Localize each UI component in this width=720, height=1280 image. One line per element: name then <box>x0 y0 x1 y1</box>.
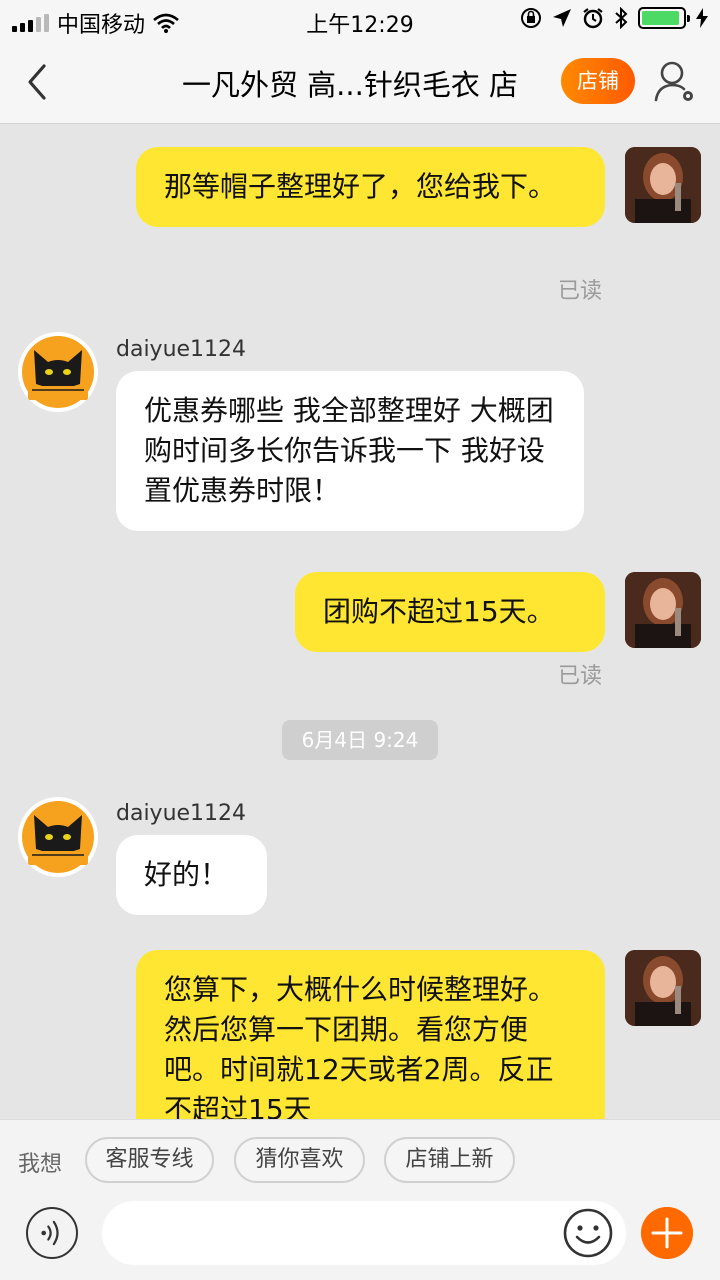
shop-button[interactable]: 店铺 <box>561 58 635 104</box>
chat-title: 一凡外贸 高...针织毛衣 店 <box>181 68 519 102</box>
message-bubble-outgoing[interactable]: 那等帽子整理好了，您给我下。 <box>136 147 605 227</box>
my-avatar[interactable] <box>625 950 701 1026</box>
message-bubble-outgoing[interactable]: 团购不超过15天。 <box>295 572 605 652</box>
plus-icon[interactable] <box>641 1207 693 1259</box>
read-status: 已读 <box>558 664 603 689</box>
location-icon <box>553 9 571 27</box>
message-text: 优惠券哪些 我全部整理好 大概团购时间多长你告诉我一下 我好设置优惠券时限！ <box>144 394 554 507</box>
quick-reply-recommendations[interactable]: 猜你喜欢 <box>234 1137 365 1183</box>
sender-name: daiyue1124 <box>116 337 247 362</box>
chat-area[interactable]: 那等帽子整理好了，您给我下。 已读 daiyue1124 优惠券哪些 我全部整理… <box>0 125 720 1119</box>
message-bubble-incoming[interactable]: 优惠券哪些 我全部整理好 大概团购时间多长你告诉我一下 我好设置优惠券时限！ <box>116 371 584 531</box>
quick-reply-bar: 我想 客服专线 猜你喜欢 店铺上新 <box>0 1119 720 1201</box>
read-status: 已读 <box>558 279 603 304</box>
bluetooth-icon <box>615 7 628 29</box>
my-avatar-image <box>625 572 701 648</box>
seller-avatar[interactable] <box>18 332 98 412</box>
message-text: 团购不超过15天。 <box>323 595 555 628</box>
status-right <box>520 7 708 29</box>
message-text: 您算下，大概什么时候整理好。然后您算一下团期。看您方便吧。时间就12天或者2周。… <box>164 973 557 1119</box>
emoji-icon[interactable] <box>562 1207 614 1259</box>
alarm-icon <box>583 8 603 29</box>
quick-reply-customer-service[interactable]: 客服专线 <box>85 1137 214 1183</box>
sender-name: daiyue1124 <box>116 801 247 826</box>
message-text: 那等帽子整理好了，您给我下。 <box>164 170 557 203</box>
my-avatar[interactable] <box>625 572 701 648</box>
charging-icon <box>696 8 708 28</box>
timestamp-divider: 6月4日 9:24 <box>282 720 438 760</box>
my-avatar-image <box>625 147 701 223</box>
my-avatar[interactable] <box>625 147 701 223</box>
back-arrow-icon[interactable] <box>18 62 58 102</box>
nav-bar: 一凡外贸 高...针织毛衣 店 店铺 <box>0 40 720 124</box>
rotation-lock-icon <box>521 8 541 28</box>
voice-icon[interactable] <box>26 1207 78 1259</box>
quick-reply-label: 我想 <box>18 1152 63 1177</box>
message-input[interactable] <box>102 1201 626 1265</box>
input-bar <box>0 1201 720 1280</box>
message-text: 好的！ <box>144 858 229 891</box>
quick-reply-new-arrivals[interactable]: 店铺上新 <box>384 1137 515 1183</box>
profile-settings-icon[interactable] <box>652 58 698 104</box>
message-bubble-incoming[interactable]: 好的！ <box>116 835 267 915</box>
black-cat-logo <box>22 801 94 873</box>
seller-avatar[interactable] <box>18 797 98 877</box>
my-avatar-image <box>625 950 701 1026</box>
message-bubble-outgoing[interactable]: 您算下，大概什么时候整理好。然后您算一下团期。看您方便吧。时间就12天或者2周。… <box>136 950 605 1119</box>
battery-icon <box>638 7 690 29</box>
black-cat-logo <box>22 336 94 408</box>
status-bar: 中国移动 上午12:29 <box>0 0 720 40</box>
